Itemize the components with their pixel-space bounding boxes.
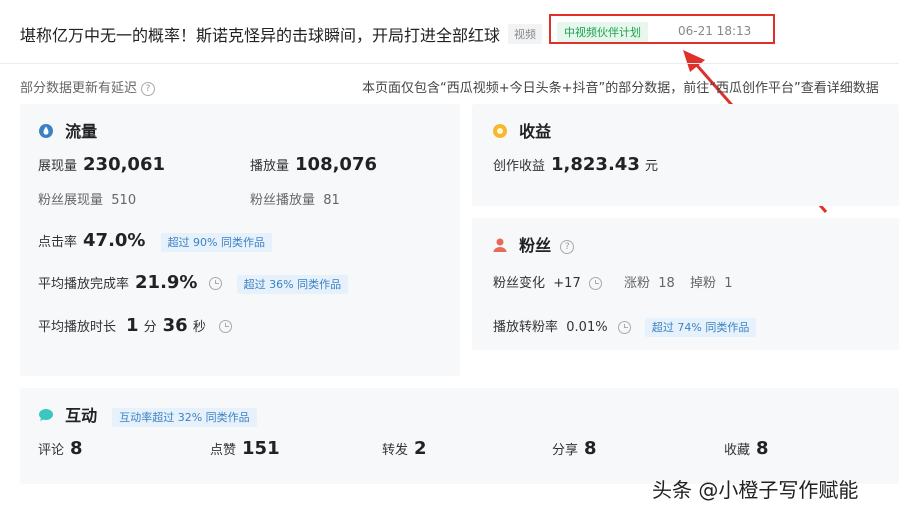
creation-income-metric: 创作收益 1,823.43 元 <box>493 154 658 175</box>
income-panel: 收益 创作收益 1,823.43 元 <box>472 104 899 206</box>
completion-badge: 超过 36% 同类作品 <box>236 275 349 294</box>
help-icon[interactable]: ? <box>141 81 156 96</box>
clock-icon[interactable] <box>208 277 222 290</box>
fan-impressions-metric: 粉丝展现量 510 <box>38 193 137 208</box>
fans-panel: 粉丝 ? 粉丝变化 +17 涨粉 18 掉粉 1 播放转粉率 0.01% 超过 … <box>472 218 899 350</box>
conversion-badge: 超过 74% 同类作品 <box>644 318 757 337</box>
interaction-badge: 互动率超过 32% 同类作品 <box>112 408 257 427</box>
fan-loss-metric: 掉粉 1 <box>690 276 733 291</box>
fans-header: 粉丝 ? <box>492 232 575 256</box>
comments-metric: 评论 8 <box>38 438 83 459</box>
interaction-header: 互动 互动率超过 32% 同类作品 <box>38 402 257 427</box>
data-scope-note: 本页面仅包含“西瓜视频+今日头条+抖音”的部分数据，前往“西瓜创作平台”查看详细… <box>362 81 879 96</box>
conversion-metric: 播放转粉率 0.01% 超过 74% 同类作品 <box>493 316 757 337</box>
completion-value: 21.9% <box>135 272 198 293</box>
duration-minutes: 1 <box>126 315 139 336</box>
completion-metric: 平均播放完成率 21.9% 超过 36% 同类作品 <box>38 272 349 294</box>
shares-metric: 转发 2 <box>382 438 427 459</box>
annotation-highlight-box <box>549 14 775 44</box>
fans-title: 粉丝 <box>519 236 552 255</box>
duration-seconds: 36 <box>162 315 188 336</box>
watermark: 头条 @小橙子写作赋能 <box>652 478 859 502</box>
ctr-metric: 点击率 47.0% 超过 90% 同类作品 <box>38 230 273 252</box>
interaction-chat-icon <box>39 409 53 421</box>
creation-income-value: 1,823.43 <box>551 154 640 175</box>
flow-header: 流量 <box>38 118 97 142</box>
duration-metric: 平均播放时长 1 分 36 秒 <box>38 315 232 336</box>
clock-icon[interactable] <box>617 321 631 334</box>
fan-change-metric: 粉丝变化 +17 <box>493 272 602 291</box>
fan-plays-metric: 粉丝播放量 81 <box>250 193 340 208</box>
interaction-title: 互动 <box>65 406 98 425</box>
fans-person-icon <box>493 238 507 252</box>
clock-icon[interactable] <box>588 277 602 290</box>
header-divider <box>0 63 899 64</box>
flow-title: 流量 <box>65 122 98 141</box>
plays-metric: 播放量 108,076 <box>250 154 377 175</box>
video-title: 堪称亿万中无一的概率！斯诺克怪异的击球瞬间，开局打进全部红球 <box>20 26 501 45</box>
income-coin-icon <box>493 124 507 138</box>
share-out-metric: 分享 8 <box>552 438 597 459</box>
interaction-panel: 互动 互动率超过 32% 同类作品 评论 8 点赞 151 转发 2 分享 8 收藏 8 <box>20 388 899 484</box>
impressions-metric: 展现量 230,061 <box>38 154 165 175</box>
delay-note: 部分数据更新有延迟? <box>20 77 156 96</box>
income-title: 收益 <box>519 122 552 141</box>
ctr-badge: 超过 90% 同类作品 <box>160 233 273 252</box>
impressions-value: 230,061 <box>83 154 165 175</box>
flow-drop-icon <box>39 124 53 138</box>
favorites-metric: 收藏 8 <box>724 438 769 459</box>
flow-panel: 流量 展现量 230,061 播放量 108,076 粉丝展现量 510 粉丝播放量… <box>20 104 460 376</box>
clock-icon[interactable] <box>218 320 232 333</box>
help-icon[interactable]: ? <box>560 239 575 254</box>
content-type-tag: 视频 <box>508 24 542 44</box>
income-header: 收益 <box>492 118 551 142</box>
plays-value: 108,076 <box>295 154 377 175</box>
fan-gain-metric: 涨粉 18 <box>624 276 675 291</box>
likes-metric: 点赞 151 <box>210 438 280 459</box>
ctr-value: 47.0% <box>83 230 146 251</box>
